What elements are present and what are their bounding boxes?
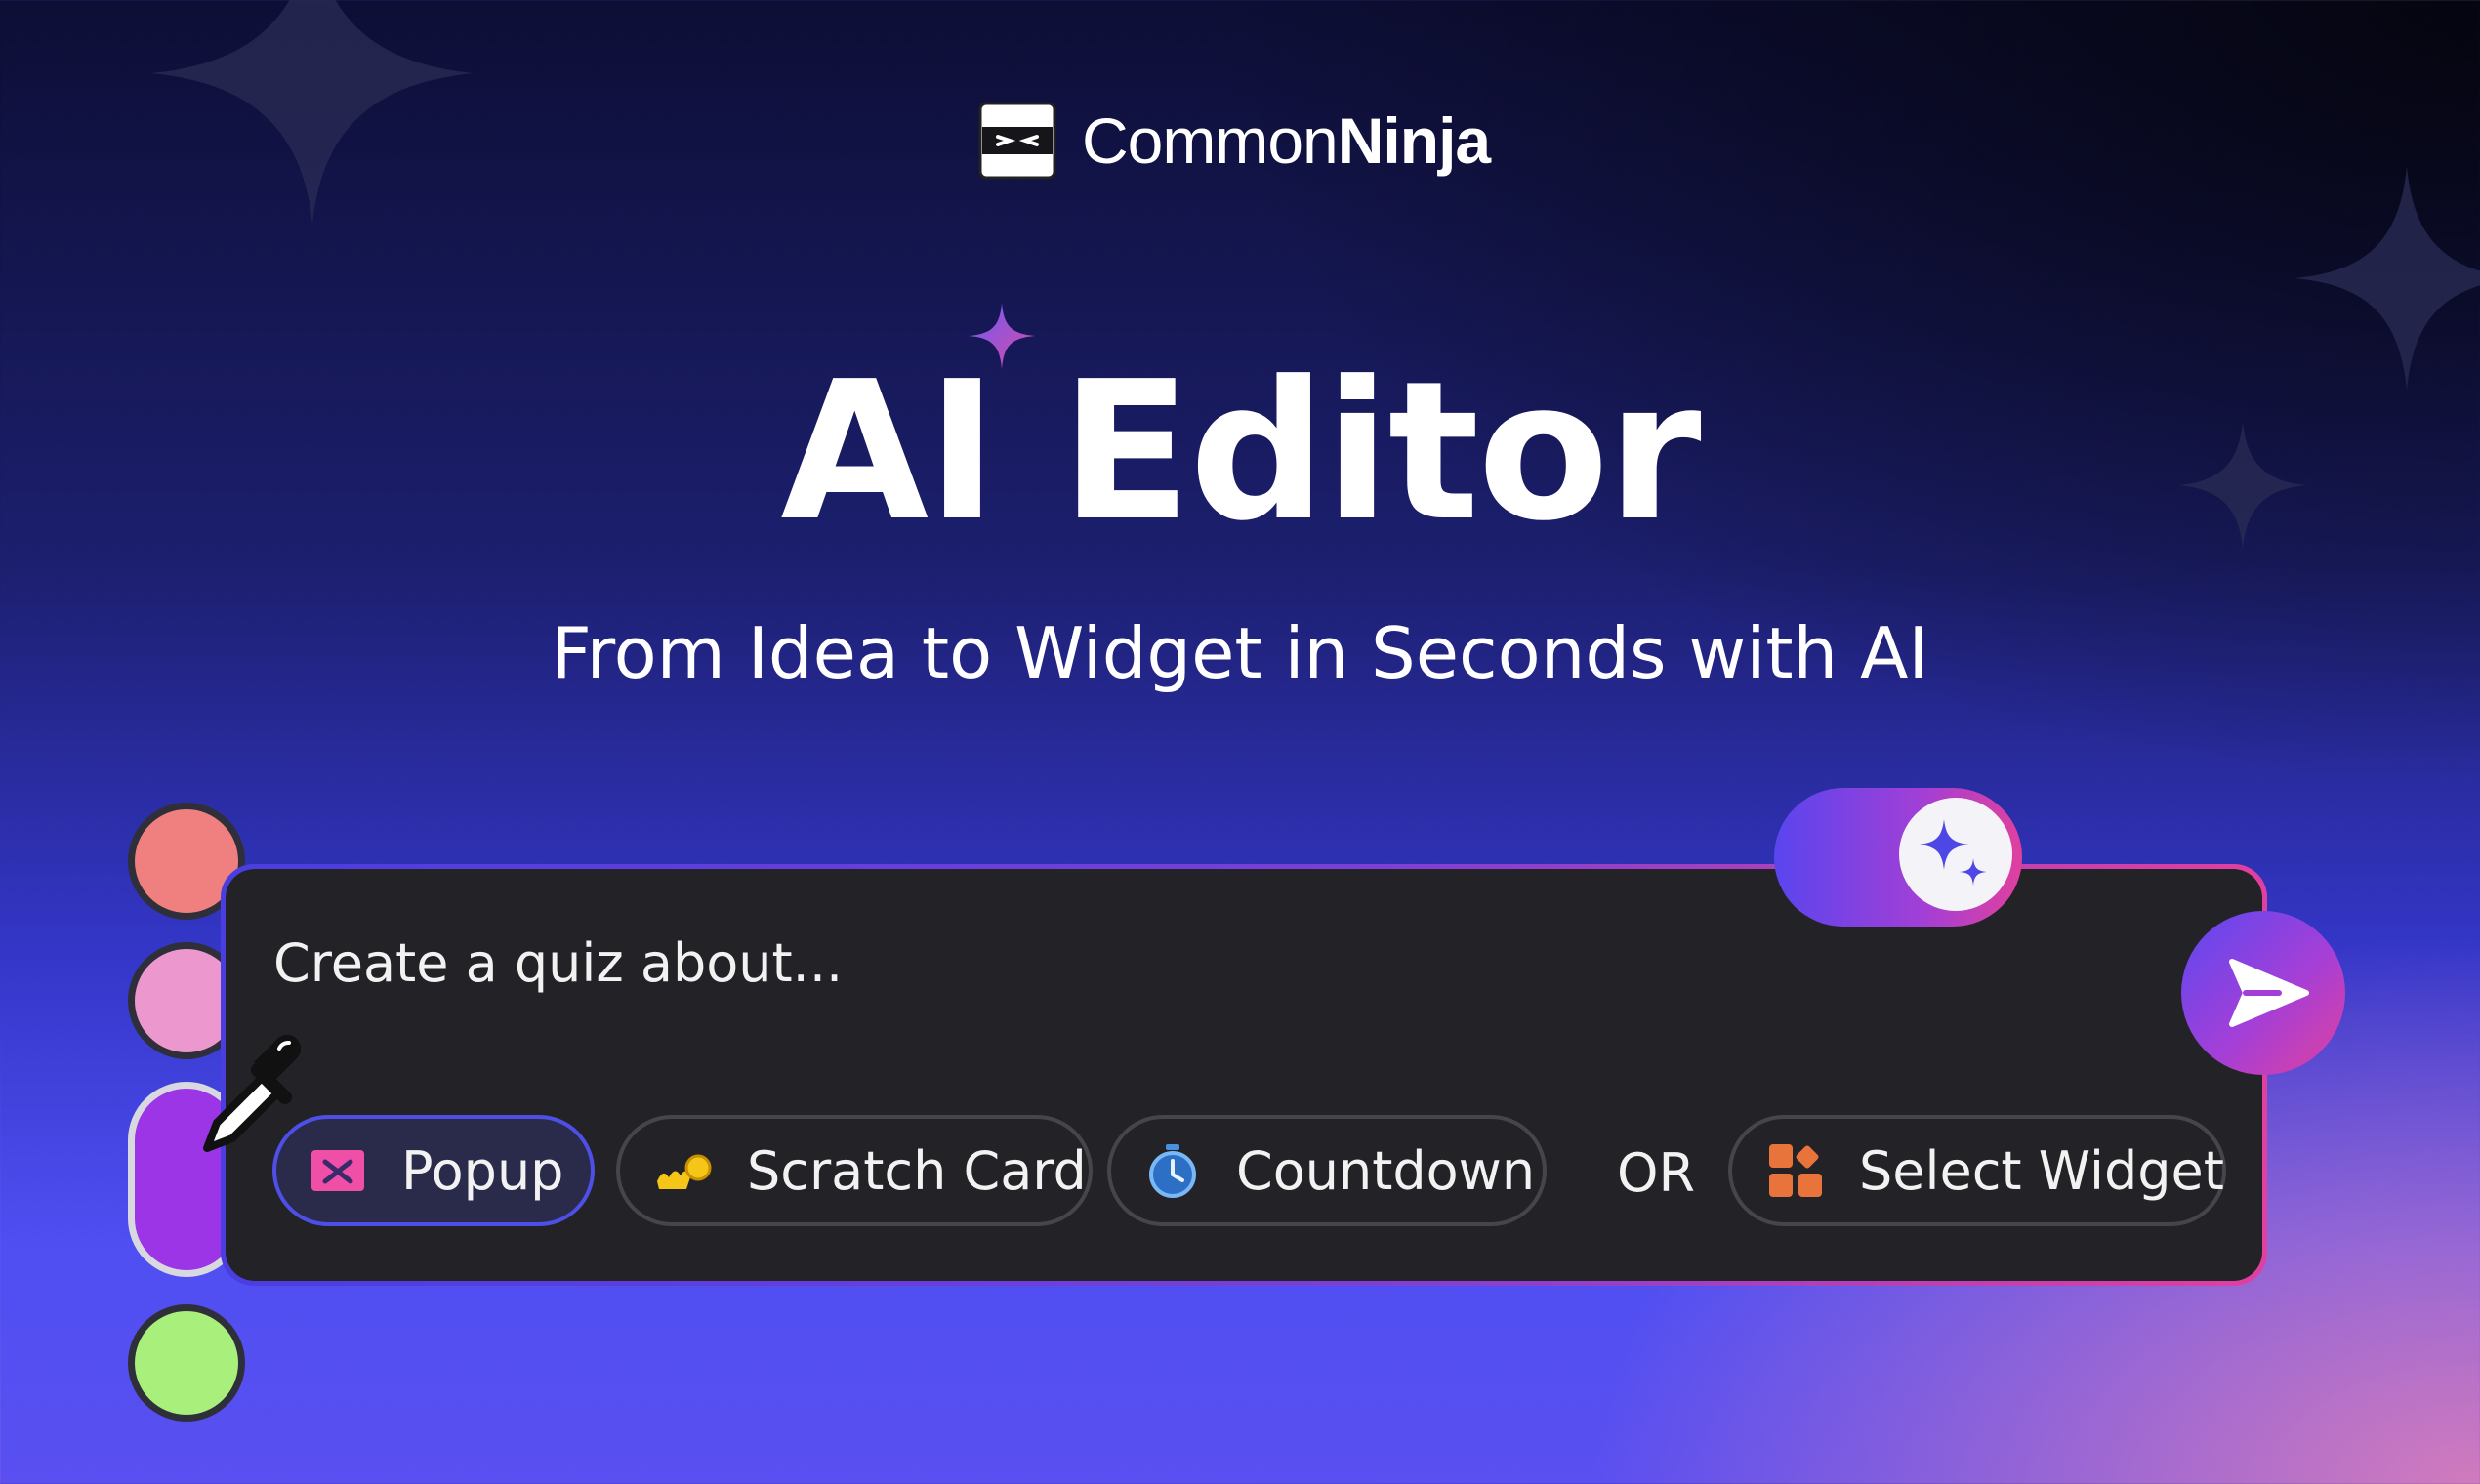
chip-countdown[interactable]: Countdown (1107, 1115, 1547, 1226)
chip-label: Popup (401, 1139, 564, 1202)
color-swatch-green[interactable] (128, 1304, 245, 1422)
chip-label: Countdown (1236, 1139, 1536, 1202)
chip-label: Scratch Card (747, 1139, 1087, 1202)
page-title: AI Editor (780, 341, 1701, 563)
send-arrow-icon (2229, 959, 2309, 1027)
page-subtitle: From Idea to Widget in Seconds with AI (551, 612, 1929, 694)
brand-name-bold: Ninja (1337, 104, 1491, 177)
brand-logo: CommonNinja (978, 101, 1491, 181)
widgets-grid-icon (1769, 1144, 1822, 1197)
eyedropper-icon (203, 1034, 302, 1152)
brand-name-regular: Common (1082, 104, 1339, 177)
sparkle-decoration (151, 0, 474, 225)
chip-label: Select Widget (1859, 1139, 2224, 1202)
send-button[interactable] (2181, 911, 2345, 1075)
ai-toggle-knob[interactable] (1899, 798, 2012, 911)
prompt-input[interactable]: Create a quiz about... (273, 937, 843, 990)
select-widget-button[interactable]: Select Widget (1728, 1115, 2226, 1226)
ninja-mask-logo-icon (978, 102, 1056, 180)
scratch-card-icon (657, 1154, 712, 1189)
sparkles-icon (1919, 819, 1987, 886)
or-label: OR (1617, 1142, 1696, 1204)
stopwatch-icon (1149, 1144, 1196, 1198)
chip-scratch-card[interactable]: Scratch Card (616, 1115, 1093, 1226)
brand-wordmark: CommonNinja (1082, 108, 1491, 173)
